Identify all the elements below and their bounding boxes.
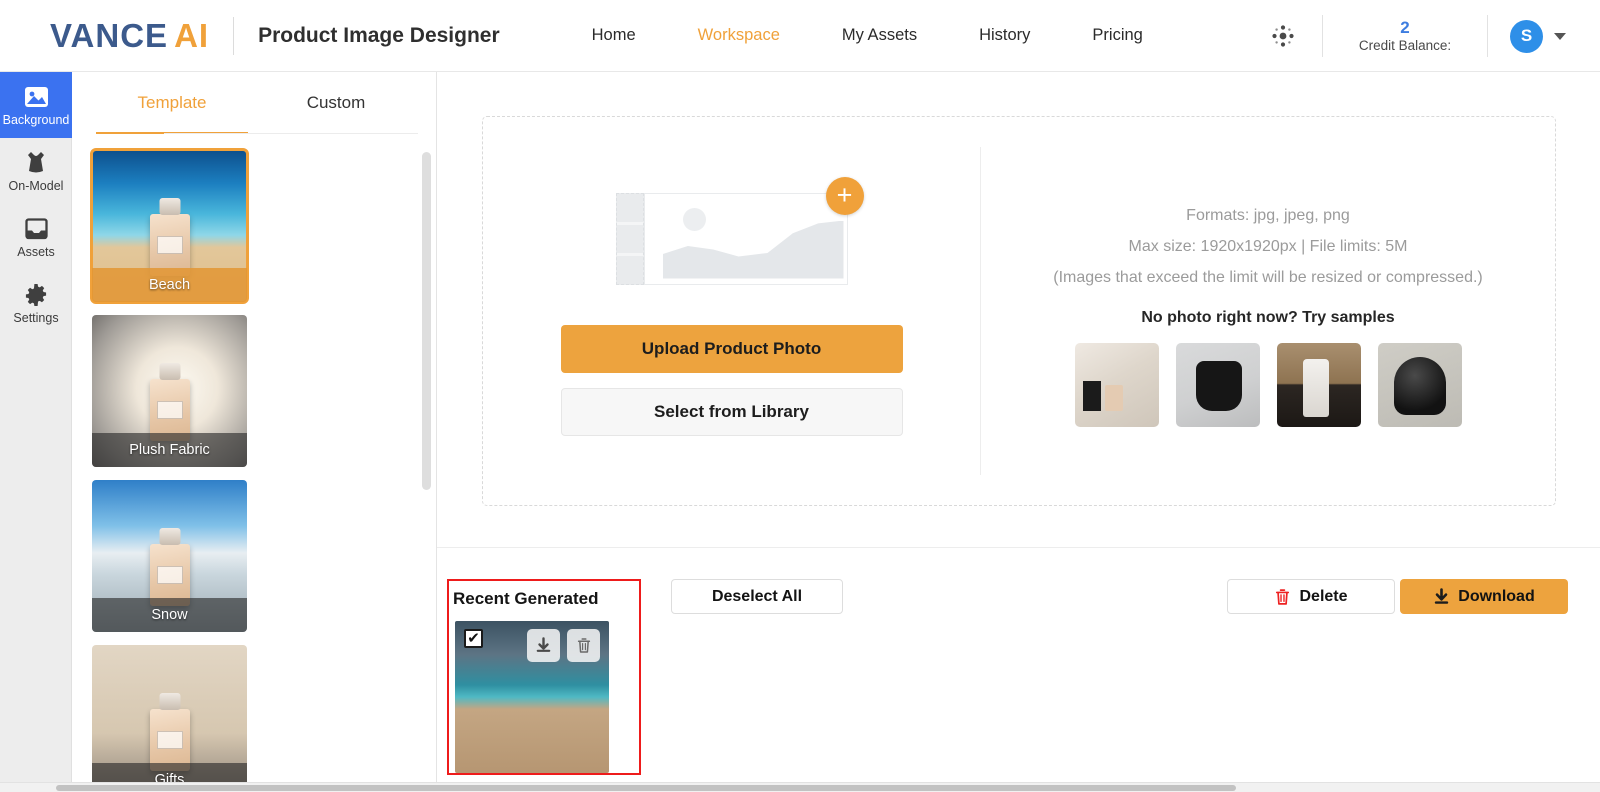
placeholder-sun — [682, 207, 706, 231]
header-divider-3 — [1487, 15, 1488, 57]
black-bag-sample[interactable] — [1175, 342, 1260, 427]
image-placeholder-icon: + — [615, 176, 864, 285]
gear-icon — [23, 282, 49, 308]
credit-value: 2 — [1400, 17, 1410, 37]
main-nav: Home Workspace My Assets History Pricing — [592, 26, 1143, 45]
perfume-vanity-sample[interactable] — [1074, 342, 1159, 427]
logo-text-accent: AI — [174, 16, 210, 54]
product-preview — [149, 214, 190, 276]
nav-item-workspace[interactable]: Workspace — [698, 26, 780, 45]
template-label: Snow — [92, 598, 247, 632]
dress-icon — [23, 150, 49, 176]
template-card-gifts[interactable]: Gifts — [92, 645, 247, 792]
nav-item-pricing[interactable]: Pricing — [1092, 26, 1142, 45]
tumbler-sample[interactable] — [1276, 342, 1361, 427]
deselect-all-button[interactable]: Deselect All — [671, 579, 843, 614]
delete-button[interactable]: Delete — [1227, 579, 1395, 614]
image-icon — [23, 84, 49, 110]
select-from-library-button[interactable]: Select from Library — [560, 387, 903, 436]
left-rail: Background On-Model Assets Settings — [0, 72, 72, 792]
page-title: Product Image Designer — [258, 23, 500, 47]
horizontal-scrollbar-thumb[interactable] — [56, 785, 1236, 791]
nav-item-my-assets[interactable]: My Assets — [842, 26, 917, 45]
upload-left-column: + Upload Product Photo Select from Libra… — [483, 117, 980, 505]
brand-logo[interactable]: VANCE AI — [50, 17, 209, 55]
trash-icon — [1274, 588, 1291, 606]
sidebar-label-assets: Assets — [17, 244, 55, 259]
resize-note-text: (Images that exceed the limit will be re… — [1053, 268, 1483, 286]
limits-text: Max size: 1920x1920px | File limits: 5M — [1128, 237, 1408, 255]
chevron-down-icon — [1554, 32, 1566, 40]
account-menu[interactable]: S — [1510, 19, 1566, 53]
results-bar: Recent Generated ✔ Deselect All Delete D… — [437, 547, 1600, 792]
generated-image-thumbnail[interactable]: ✔ — [455, 621, 609, 773]
delete-button-label: Delete — [1299, 587, 1348, 605]
panel-tabs: Template Custom — [72, 72, 436, 134]
template-panel: Template Custom Beach Plush Fabric Snow … — [72, 72, 437, 792]
speaker-sample[interactable] — [1377, 342, 1462, 427]
tab-separator — [164, 133, 418, 134]
recent-generated-title: Recent Generated — [453, 589, 599, 608]
header-right-group: 2 Credit Balance: S — [1266, 0, 1600, 72]
template-card-plush-fabric[interactable]: Plush Fabric — [92, 315, 247, 467]
header-divider-2 — [1322, 15, 1323, 57]
sidebar-item-background[interactable]: Background — [0, 72, 72, 138]
tab-template[interactable]: Template — [90, 72, 254, 134]
nav-item-home[interactable]: Home — [592, 26, 636, 45]
app-root: VANCE AI Product Image Designer Home Wor… — [0, 0, 1600, 792]
download-icon[interactable] — [527, 629, 560, 662]
main-content: + Upload Product Photo Select from Libra… — [437, 72, 1600, 792]
delete-icon[interactable] — [567, 629, 600, 662]
template-label: Plush Fabric — [92, 433, 247, 467]
download-arrow-icon — [1433, 587, 1450, 606]
sidebar-label-background: Background — [2, 112, 70, 127]
template-card-beach[interactable]: Beach — [90, 148, 249, 304]
samples-title: No photo right now? Try samples — [1141, 308, 1395, 326]
credit-balance[interactable]: 2 Credit Balance: — [1345, 17, 1465, 55]
product-preview — [149, 544, 190, 606]
app-header: VANCE AI Product Image Designer Home Wor… — [0, 0, 1600, 72]
inbox-icon — [23, 216, 49, 242]
credit-label: Credit Balance: — [1358, 38, 1452, 54]
template-panel-scrollbar[interactable] — [422, 152, 431, 490]
sidebar-item-on-model[interactable]: On-Model — [0, 138, 72, 204]
select-checkbox[interactable]: ✔ — [464, 629, 483, 648]
add-image-badge-icon[interactable]: + — [825, 176, 864, 215]
placeholder-frame — [643, 192, 848, 285]
filmstrip-decoration — [615, 192, 644, 285]
formats-text: Formats: jpg, jpeg, png — [1186, 206, 1350, 224]
logo-text-primary: VANCE — [50, 16, 169, 54]
horizontal-scrollbar-track[interactable] — [0, 782, 1600, 792]
template-grid: Beach Plush Fabric Snow Gifts Tabletop F… — [72, 140, 424, 792]
sidebar-label-on-model: On-Model — [8, 178, 64, 193]
grid-dots-icon[interactable] — [1266, 19, 1300, 53]
upload-dropzone[interactable]: + Upload Product Photo Select from Libra… — [482, 116, 1556, 506]
sidebar-label-settings: Settings — [13, 310, 59, 325]
template-label: Beach — [92, 268, 247, 302]
nav-item-history[interactable]: History — [979, 26, 1030, 45]
download-button-label: Download — [1458, 587, 1535, 605]
upload-info-column: Formats: jpg, jpeg, png Max size: 1920x1… — [981, 117, 1555, 505]
sidebar-item-assets[interactable]: Assets — [0, 204, 72, 270]
download-button[interactable]: Download — [1400, 579, 1568, 614]
header-divider — [233, 16, 235, 55]
tab-custom[interactable]: Custom — [254, 72, 418, 134]
avatar: S — [1510, 19, 1543, 53]
sample-images — [1074, 342, 1462, 427]
template-card-snow[interactable]: Snow — [92, 480, 247, 632]
upload-product-photo-button[interactable]: Upload Product Photo — [560, 324, 903, 373]
product-preview — [149, 379, 190, 441]
product-preview — [149, 709, 190, 771]
sidebar-item-settings[interactable]: Settings — [0, 270, 72, 336]
